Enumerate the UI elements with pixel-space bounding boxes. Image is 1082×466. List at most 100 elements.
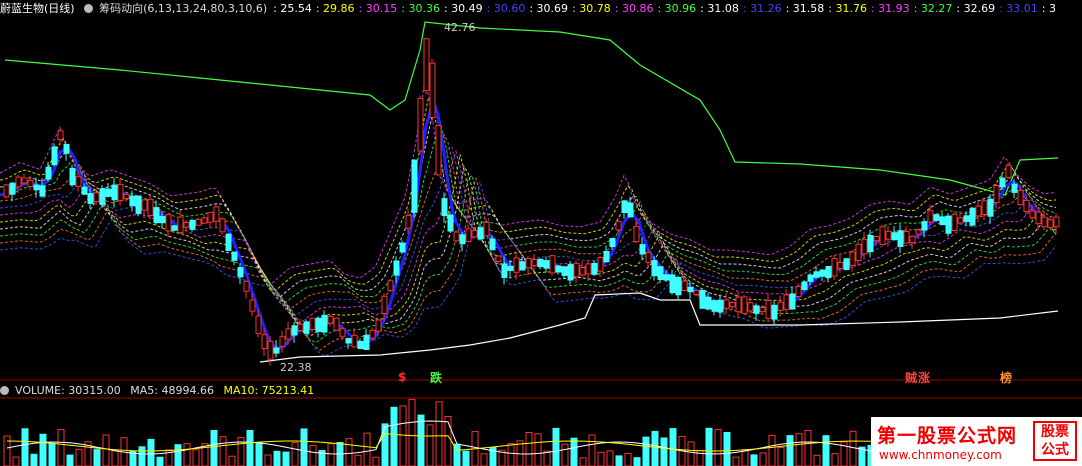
candle-body [531, 259, 538, 267]
candle-body [441, 198, 448, 217]
candle-body [639, 244, 646, 255]
candle-body [147, 198, 154, 217]
candle-body [225, 233, 232, 251]
volume-bar [849, 430, 857, 466]
candle-body [171, 225, 178, 231]
volume-bar [480, 453, 488, 466]
candle-body [237, 267, 244, 278]
candle-body [321, 314, 328, 333]
volume-bar [273, 450, 281, 466]
volume-bar [777, 447, 785, 466]
candle-body [741, 296, 748, 314]
volume-bar [345, 438, 353, 466]
candle-body [927, 210, 934, 223]
candle-body [165, 214, 172, 232]
candle-body [153, 207, 160, 224]
volume-bar [219, 436, 227, 466]
volume-bar [831, 453, 839, 466]
candle-body [111, 184, 118, 201]
volume-bar [570, 437, 578, 466]
candle-body [693, 290, 700, 296]
candle-body [339, 328, 346, 337]
watermark-box-line2: 公式 [1041, 442, 1069, 458]
candle-body [141, 199, 148, 211]
candle-body [1041, 216, 1048, 228]
candle-body [921, 221, 928, 231]
volume-bar [21, 428, 29, 466]
candle-body [957, 217, 964, 224]
candle-body [759, 307, 766, 313]
candle-body [915, 229, 922, 235]
candle-body [291, 325, 298, 336]
candle-body [1005, 164, 1012, 178]
volume-bar [687, 441, 695, 466]
volume-bar [39, 433, 47, 466]
signal-fall: 跌 [430, 371, 443, 385]
candle-body [975, 205, 982, 217]
volume-bar [102, 434, 110, 466]
candle-body [825, 266, 832, 279]
candle-body [471, 230, 478, 238]
candle-body [117, 183, 124, 201]
candle-body [33, 184, 40, 191]
candle-body [765, 300, 772, 319]
volume-bar [183, 443, 191, 466]
candle-body [981, 200, 988, 216]
candle-body [771, 304, 778, 320]
candle-body [333, 317, 340, 331]
volume-bar [750, 454, 758, 466]
candle-body [657, 266, 664, 281]
volume-bar [372, 456, 380, 466]
candle-body [315, 317, 322, 332]
candle-body [903, 231, 910, 244]
volume-bar [768, 434, 776, 466]
volume-bar [660, 437, 668, 466]
volume-bar [507, 443, 515, 466]
candle-body [423, 38, 430, 92]
volume-bar [264, 454, 272, 466]
volume-gear-icon[interactable] [0, 386, 9, 395]
candle-body [483, 221, 490, 237]
candle-body [447, 214, 454, 232]
volume-bar [57, 429, 65, 466]
candle-body [627, 202, 634, 218]
volume-bar [534, 433, 542, 466]
volume-bar [723, 432, 731, 466]
candle-body [897, 230, 904, 247]
candle-body [177, 216, 184, 234]
volume-bar [462, 450, 470, 466]
volume-bar [795, 433, 803, 466]
volume-bar [561, 443, 569, 466]
candle-body [987, 198, 994, 217]
candle-body [501, 263, 508, 279]
candle-body [717, 299, 724, 313]
volume-bar [426, 424, 434, 466]
candle-body [933, 214, 940, 221]
volume-bar [435, 401, 443, 466]
candle-body [537, 258, 544, 268]
candle-body [723, 299, 730, 309]
volume-bar [543, 450, 551, 466]
candle-body [123, 193, 130, 200]
candle-body [885, 230, 892, 240]
signal-rise: 涨 [918, 371, 931, 385]
candle-body [969, 207, 976, 226]
candle-body [573, 262, 580, 278]
candle-body [1011, 183, 1018, 193]
candle-body [57, 130, 64, 140]
candle-body [849, 251, 856, 266]
volume-bar [669, 428, 677, 466]
candle-body [519, 261, 526, 271]
candle-body [45, 166, 52, 180]
watermark-box-line1: 股票 [1041, 424, 1069, 440]
candle-body [9, 182, 16, 195]
volume-bar [282, 451, 290, 466]
volume-bar [210, 430, 218, 466]
chip-band-line [0, 165, 1057, 336]
volume-bar [615, 455, 623, 466]
candle-body [87, 193, 94, 204]
candle-body [183, 221, 190, 228]
volume-bar [255, 441, 263, 466]
candle-body [591, 262, 598, 275]
volume-bar [309, 445, 317, 466]
